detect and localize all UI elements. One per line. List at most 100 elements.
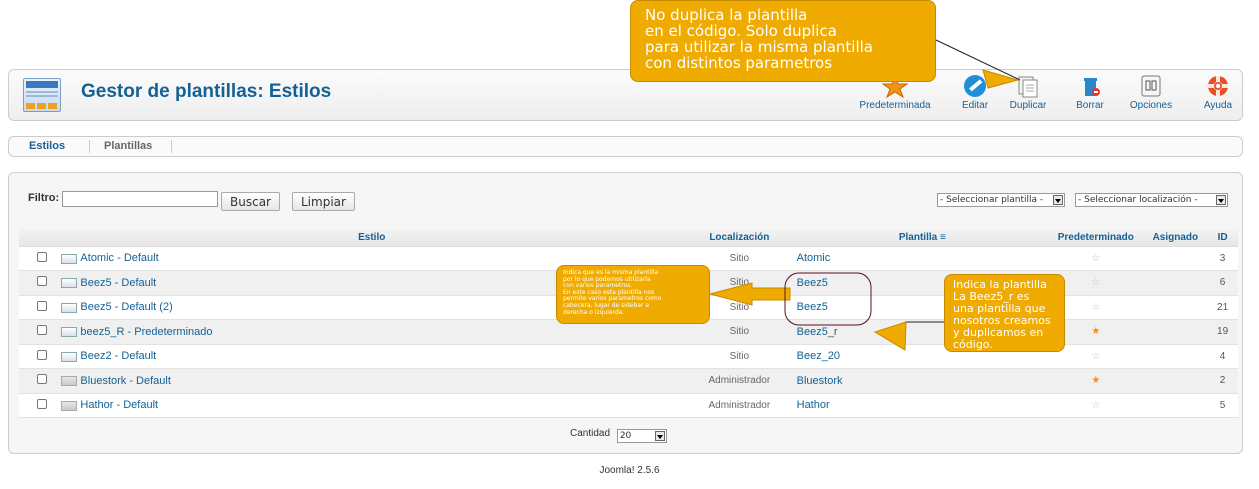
id-cell: 3 — [1207, 246, 1238, 271]
row-checkbox-cell — [19, 393, 62, 418]
tab-divider — [89, 140, 90, 153]
edit-label: Editar — [961, 100, 989, 111]
template-cell: Bluestork — [796, 368, 1049, 394]
annotation-text: Indica que es la misma plantilla por lo … — [563, 269, 662, 316]
template-link[interactable]: Beez_20 — [797, 350, 840, 362]
sort-icon: ≡ — [939, 231, 946, 243]
column-header-assigned[interactable]: Asignado — [1143, 229, 1208, 247]
location-cell: Administrador — [682, 368, 797, 394]
row-checkbox[interactable] — [37, 398, 47, 409]
footer-version: Joomla! 2.5.6 — [599, 465, 660, 476]
row-checkbox[interactable] — [37, 325, 47, 336]
options-button[interactable]: Opciones — [1125, 74, 1177, 111]
annotation-text: Indica la plantilla La Beez5_r es una pl… — [953, 278, 1051, 351]
default-star-icon[interactable]: ★ — [1048, 368, 1144, 394]
template-thumbnail-icon[interactable] — [61, 327, 78, 338]
style-link[interactable]: Beez2 - Default — [80, 350, 156, 362]
checkall-header — [19, 229, 62, 247]
chevron-down-icon — [654, 431, 665, 441]
duplicate-button[interactable]: Duplicar — [1005, 74, 1051, 111]
edit-button[interactable]: Editar — [957, 74, 993, 111]
annotation-same-template-note: Indica que es la misma plantilla por lo … — [556, 265, 710, 324]
style-link[interactable]: Atomic - Default — [80, 252, 158, 264]
template-thumbnail-icon[interactable] — [61, 253, 78, 264]
template-link[interactable]: Atomic — [797, 252, 831, 264]
assigned-cell — [1143, 368, 1208, 394]
assigned-cell — [1143, 319, 1208, 345]
row-checkbox[interactable] — [37, 251, 47, 262]
row-checkbox-cell — [19, 319, 62, 345]
default-star-icon[interactable]: ☆ — [1048, 393, 1144, 418]
id-cell: 6 — [1207, 270, 1238, 296]
row-checkbox[interactable] — [37, 349, 47, 360]
style-cell: Hathor - Default — [61, 393, 683, 418]
chevron-down-icon — [1053, 195, 1063, 205]
duplicate-icon — [1014, 74, 1042, 98]
assigned-cell — [1143, 295, 1208, 320]
trash-icon — [1076, 74, 1104, 98]
make-default-label: Predeterminada — [859, 100, 931, 111]
template-link[interactable]: Beez5 — [797, 301, 828, 313]
pagination-label: Cantidad — [570, 428, 611, 439]
template-thumbnail-icon[interactable] — [61, 278, 78, 289]
template-thumbnail-icon[interactable] — [61, 400, 78, 411]
assigned-cell — [1143, 344, 1208, 369]
location-cell: Administrador — [682, 393, 797, 418]
template-select[interactable]: - Seleccionar plantilla - — [937, 193, 1065, 207]
template-link[interactable]: Hathor — [797, 399, 830, 411]
style-link[interactable]: Hathor - Default — [80, 399, 158, 411]
column-header-template[interactable]: Plantilla ≡ — [796, 229, 1049, 247]
default-star-icon[interactable]: ☆ — [1048, 246, 1144, 271]
table-row: Bluestork - Default Administrador Bluestor… — [19, 368, 1238, 394]
limit-select[interactable]: 20 — [616, 429, 667, 443]
edit-icon — [961, 74, 989, 98]
annotation-text: No duplica la plantilla en el código. So… — [645, 6, 873, 72]
id-cell: 21 — [1207, 295, 1238, 320]
chevron-down-icon — [1216, 195, 1226, 205]
assigned-cell — [1143, 246, 1208, 271]
table-row: Hathor - Default Administrador Hathor ☆ 5 — [19, 393, 1238, 418]
template-link[interactable]: Beez5_r — [797, 326, 838, 338]
filter-input[interactable] — [62, 191, 218, 207]
help-label: Ayuda — [1203, 100, 1233, 111]
help-button[interactable]: Ayuda — [1200, 74, 1236, 111]
style-cell: Bluestork - Default — [61, 368, 683, 394]
clear-button[interactable]: Limpiar — [292, 192, 355, 211]
duplicate-label: Duplicar — [1009, 100, 1047, 111]
delete-button[interactable]: Borrar — [1072, 74, 1108, 111]
search-button[interactable]: Buscar — [221, 192, 280, 211]
row-checkbox-cell — [19, 295, 62, 320]
filter-label: Filtro: — [28, 192, 60, 204]
delete-label: Borrar — [1076, 100, 1104, 111]
template-select-value: - Seleccionar plantilla - — [940, 195, 1044, 205]
style-link[interactable]: beez5_R - Predeterminado — [80, 326, 212, 338]
style-link[interactable]: Bluestork - Default — [80, 375, 170, 387]
template-link[interactable]: Bluestork — [797, 375, 843, 387]
template-thumbnail-icon[interactable] — [61, 376, 78, 387]
template-thumbnail-icon[interactable] — [61, 351, 78, 362]
column-header-id[interactable]: ID — [1207, 229, 1238, 247]
id-cell: 5 — [1207, 393, 1238, 418]
column-header-style[interactable]: Estilo — [61, 229, 683, 247]
template-link[interactable]: Beez5 — [797, 277, 828, 289]
row-checkbox[interactable] — [37, 300, 47, 311]
column-header-template-label: Plantilla — [898, 231, 938, 243]
tab-estilos[interactable]: Estilos — [29, 140, 65, 152]
annotation-duplicate-note: No duplica la plantilla en el código. So… — [630, 0, 936, 82]
help-icon — [1204, 74, 1232, 98]
assigned-cell — [1143, 393, 1208, 418]
style-link[interactable]: Beez5 - Default (2) — [80, 301, 172, 313]
location-select[interactable]: - Seleccionar localización - — [1075, 193, 1228, 207]
template-thumbnail-icon[interactable] — [61, 302, 78, 313]
row-checkbox[interactable] — [37, 374, 47, 385]
location-cell: Sitio — [682, 344, 797, 369]
row-checkbox[interactable] — [37, 276, 47, 287]
row-checkbox-cell — [19, 344, 62, 369]
tab-divider — [171, 140, 172, 153]
row-checkbox-cell — [19, 246, 62, 271]
tab-plantillas[interactable]: Plantillas — [104, 140, 152, 152]
column-header-default[interactable]: Predeterminado — [1048, 229, 1144, 247]
column-header-location[interactable]: Localización — [682, 229, 797, 247]
template-manager-icon — [23, 78, 61, 112]
style-link[interactable]: Beez5 - Default — [80, 277, 156, 289]
